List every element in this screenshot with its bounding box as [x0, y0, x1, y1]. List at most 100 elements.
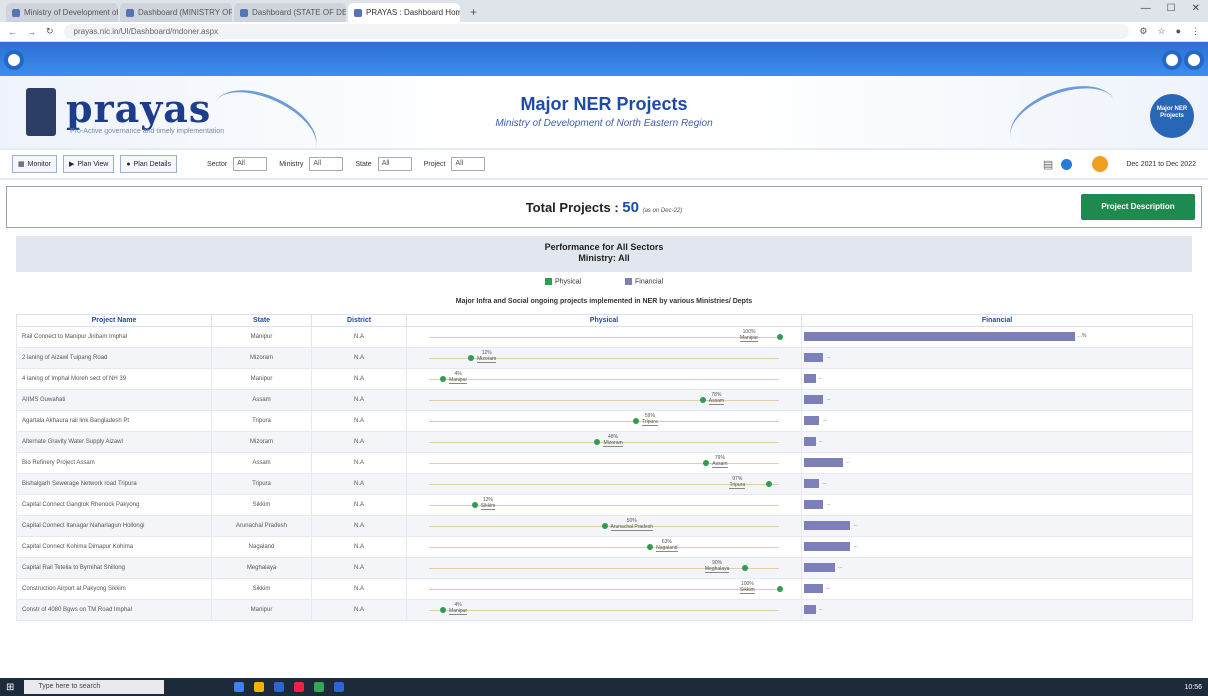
legend-financial[interactable]: Financial — [625, 278, 663, 285]
word-icon[interactable] — [334, 682, 345, 692]
financial-bar[interactable] — [804, 479, 820, 488]
play-icon: ▶ — [68, 161, 75, 168]
back-icon[interactable]: ← — [8, 27, 17, 37]
table-row[interactable]: Capital Connect Gangtok Rhenock Pakyong S… — [16, 494, 1193, 516]
browser-tab[interactable]: Ministry of Development of North...✕ — [6, 3, 118, 22]
physical-cell: 63% Nagaland — [406, 536, 802, 558]
forward-icon[interactable]: → — [27, 27, 36, 37]
district-cell: N.A — [311, 536, 407, 558]
app-icon[interactable] — [294, 682, 305, 692]
table-row[interactable]: Construction Airport at Pakyong Sikkim Si… — [16, 578, 1193, 600]
extensions-icon[interactable]: ⚙ — [1139, 26, 1147, 37]
sun-icon[interactable] — [1092, 156, 1109, 172]
financial-bar[interactable] — [804, 416, 820, 425]
financial-bar[interactable] — [804, 353, 824, 362]
physical-progress-dot[interactable] — [766, 481, 773, 487]
plan-view-button[interactable]: ▶ Plan View — [62, 155, 115, 173]
plan-details-button[interactable]: ● Plan Details — [120, 155, 177, 173]
physical-progress-dot[interactable] — [633, 418, 640, 424]
sector-select[interactable]: All — [233, 157, 268, 171]
browser-tab[interactable]: Dashboard (STATE OF DEV...✕ — [234, 3, 346, 22]
reload-icon[interactable]: ↻ — [46, 26, 54, 37]
table-row[interactable]: Rail Connect to Manipur Jiribam Imphal Ma… — [16, 326, 1193, 348]
project-select[interactable]: All — [451, 157, 486, 171]
url-input[interactable]: prayas.nic.in/UI/Dashboard/mdoner.aspx — [63, 24, 1130, 39]
table-row[interactable]: Capital Connect Itanagar Naharlagun Holl… — [16, 515, 1193, 537]
financial-bar[interactable] — [804, 605, 816, 614]
tab-title: Ministry of Development of North... — [24, 8, 118, 17]
menu-icon[interactable]: ⋮ — [1191, 26, 1200, 37]
project-description-button[interactable]: Project Description — [1081, 194, 1195, 220]
financial-bar[interactable] — [804, 563, 835, 572]
table-row[interactable]: Bio Refinery Project Assam Assam N.A 79% Ass… — [16, 452, 1193, 474]
physical-progress-dot[interactable] — [594, 439, 601, 445]
calendar-icon[interactable]: ▤ — [1043, 158, 1053, 171]
district-cell: N.A — [311, 347, 407, 369]
state-select[interactable]: All — [377, 157, 412, 171]
physical-progress-dot[interactable] — [703, 460, 710, 466]
user-circle-icon[interactable] — [1184, 50, 1204, 70]
physical-progress-dot[interactable] — [471, 502, 478, 508]
windows-start-icon[interactable]: ⊞ — [6, 682, 14, 693]
performance-ministry: Ministry: All — [578, 253, 630, 263]
financial-label: ... — [826, 354, 831, 360]
physical-progress-dot[interactable] — [777, 586, 783, 592]
financial-bar[interactable] — [804, 500, 824, 509]
legend-physical[interactable]: Physical — [544, 278, 581, 285]
store-icon[interactable] — [274, 682, 285, 692]
maximize-icon[interactable]: ☐ — [1167, 3, 1176, 14]
physical-progress-label: 90% Meghalaya — [704, 560, 730, 573]
file-explorer-icon[interactable] — [254, 682, 265, 692]
financial-bar[interactable] — [804, 395, 824, 404]
col-state[interactable]: State — [211, 314, 312, 327]
financial-bar[interactable] — [804, 458, 843, 467]
financial-bar[interactable] — [804, 542, 851, 551]
physical-progress-dot[interactable] — [468, 355, 475, 361]
table-row[interactable]: 4 laning of Imphal Moreh sect of NH 39 Ma… — [16, 368, 1193, 390]
minimize-icon[interactable]: — — [1141, 3, 1151, 14]
browser-tab[interactable]: Dashboard (MINISTRY OF DEVE...✕ — [120, 3, 232, 22]
state-cell: Arunachal Pradesh — [211, 515, 312, 537]
profile-icon[interactable]: ● — [1176, 26, 1181, 37]
info-icon[interactable] — [1061, 158, 1073, 170]
financial-bar[interactable] — [804, 584, 824, 593]
bookmark-icon[interactable]: ☆ — [1157, 26, 1165, 37]
state-cell: Assam — [211, 452, 312, 474]
table-row[interactable]: Capital Rail Tetelia to Byrnihat Shillon… — [16, 557, 1193, 579]
financial-bar[interactable] — [804, 374, 816, 383]
physical-progress-dot[interactable] — [440, 376, 447, 382]
monitor-button[interactable]: ▦ Monitor — [12, 155, 57, 173]
physical-progress-dot[interactable] — [699, 397, 706, 403]
physical-progress-dot[interactable] — [647, 544, 654, 550]
table-row[interactable]: Constr of 4080 Bgws on TM Road Imphal Man… — [16, 599, 1193, 621]
table-row[interactable]: Bishalgarh Sewerage Network road Tripura… — [16, 473, 1193, 495]
financial-bar[interactable] — [804, 437, 816, 446]
physical-progress-dot[interactable] — [777, 334, 783, 340]
new-tab-button[interactable]: + — [462, 3, 485, 22]
physical-progress-dot[interactable] — [741, 565, 748, 571]
financial-cell: ... — [801, 515, 1193, 537]
project-label: Project — [423, 160, 446, 168]
physical-progress-dot[interactable] — [601, 523, 608, 529]
chrome-icon[interactable] — [314, 682, 325, 692]
ministry-select[interactable]: All — [309, 157, 344, 171]
col-district[interactable]: District — [311, 314, 407, 327]
financial-cell: ... — [801, 347, 1193, 369]
browser-tab[interactable]: PRAYAS : Dashboard Home✕ — [348, 3, 460, 22]
table-row[interactable]: Alternate Gravity Water Supply Aizawl Miz… — [16, 431, 1193, 453]
home-circle-icon[interactable] — [4, 50, 24, 70]
table-row[interactable]: Capital Connect Kohima Dimapur Kohima Nag… — [16, 536, 1193, 558]
financial-bar[interactable] — [804, 332, 1075, 341]
physical-cell: 79% Assam — [406, 452, 802, 474]
table-row[interactable]: 2 laning of Aizawl Tuipang Road Mizoram N.… — [16, 347, 1193, 369]
plan-view-label: Plan View — [77, 160, 109, 168]
settings-circle-icon[interactable] — [1162, 50, 1182, 70]
edge-icon[interactable] — [234, 682, 245, 692]
financial-bar[interactable] — [804, 521, 851, 530]
col-project-name[interactable]: Project Name — [16, 314, 212, 327]
table-row[interactable]: Agartala Akhaura rail link Bangladesh Pt… — [16, 410, 1193, 432]
table-row[interactable]: AIIMS Guwahati Assam N.A 78% Assam... — [16, 389, 1193, 411]
close-icon[interactable]: ✕ — [1192, 3, 1200, 14]
taskbar-search[interactable]: Type here to search — [24, 680, 165, 694]
physical-progress-dot[interactable] — [440, 607, 447, 613]
